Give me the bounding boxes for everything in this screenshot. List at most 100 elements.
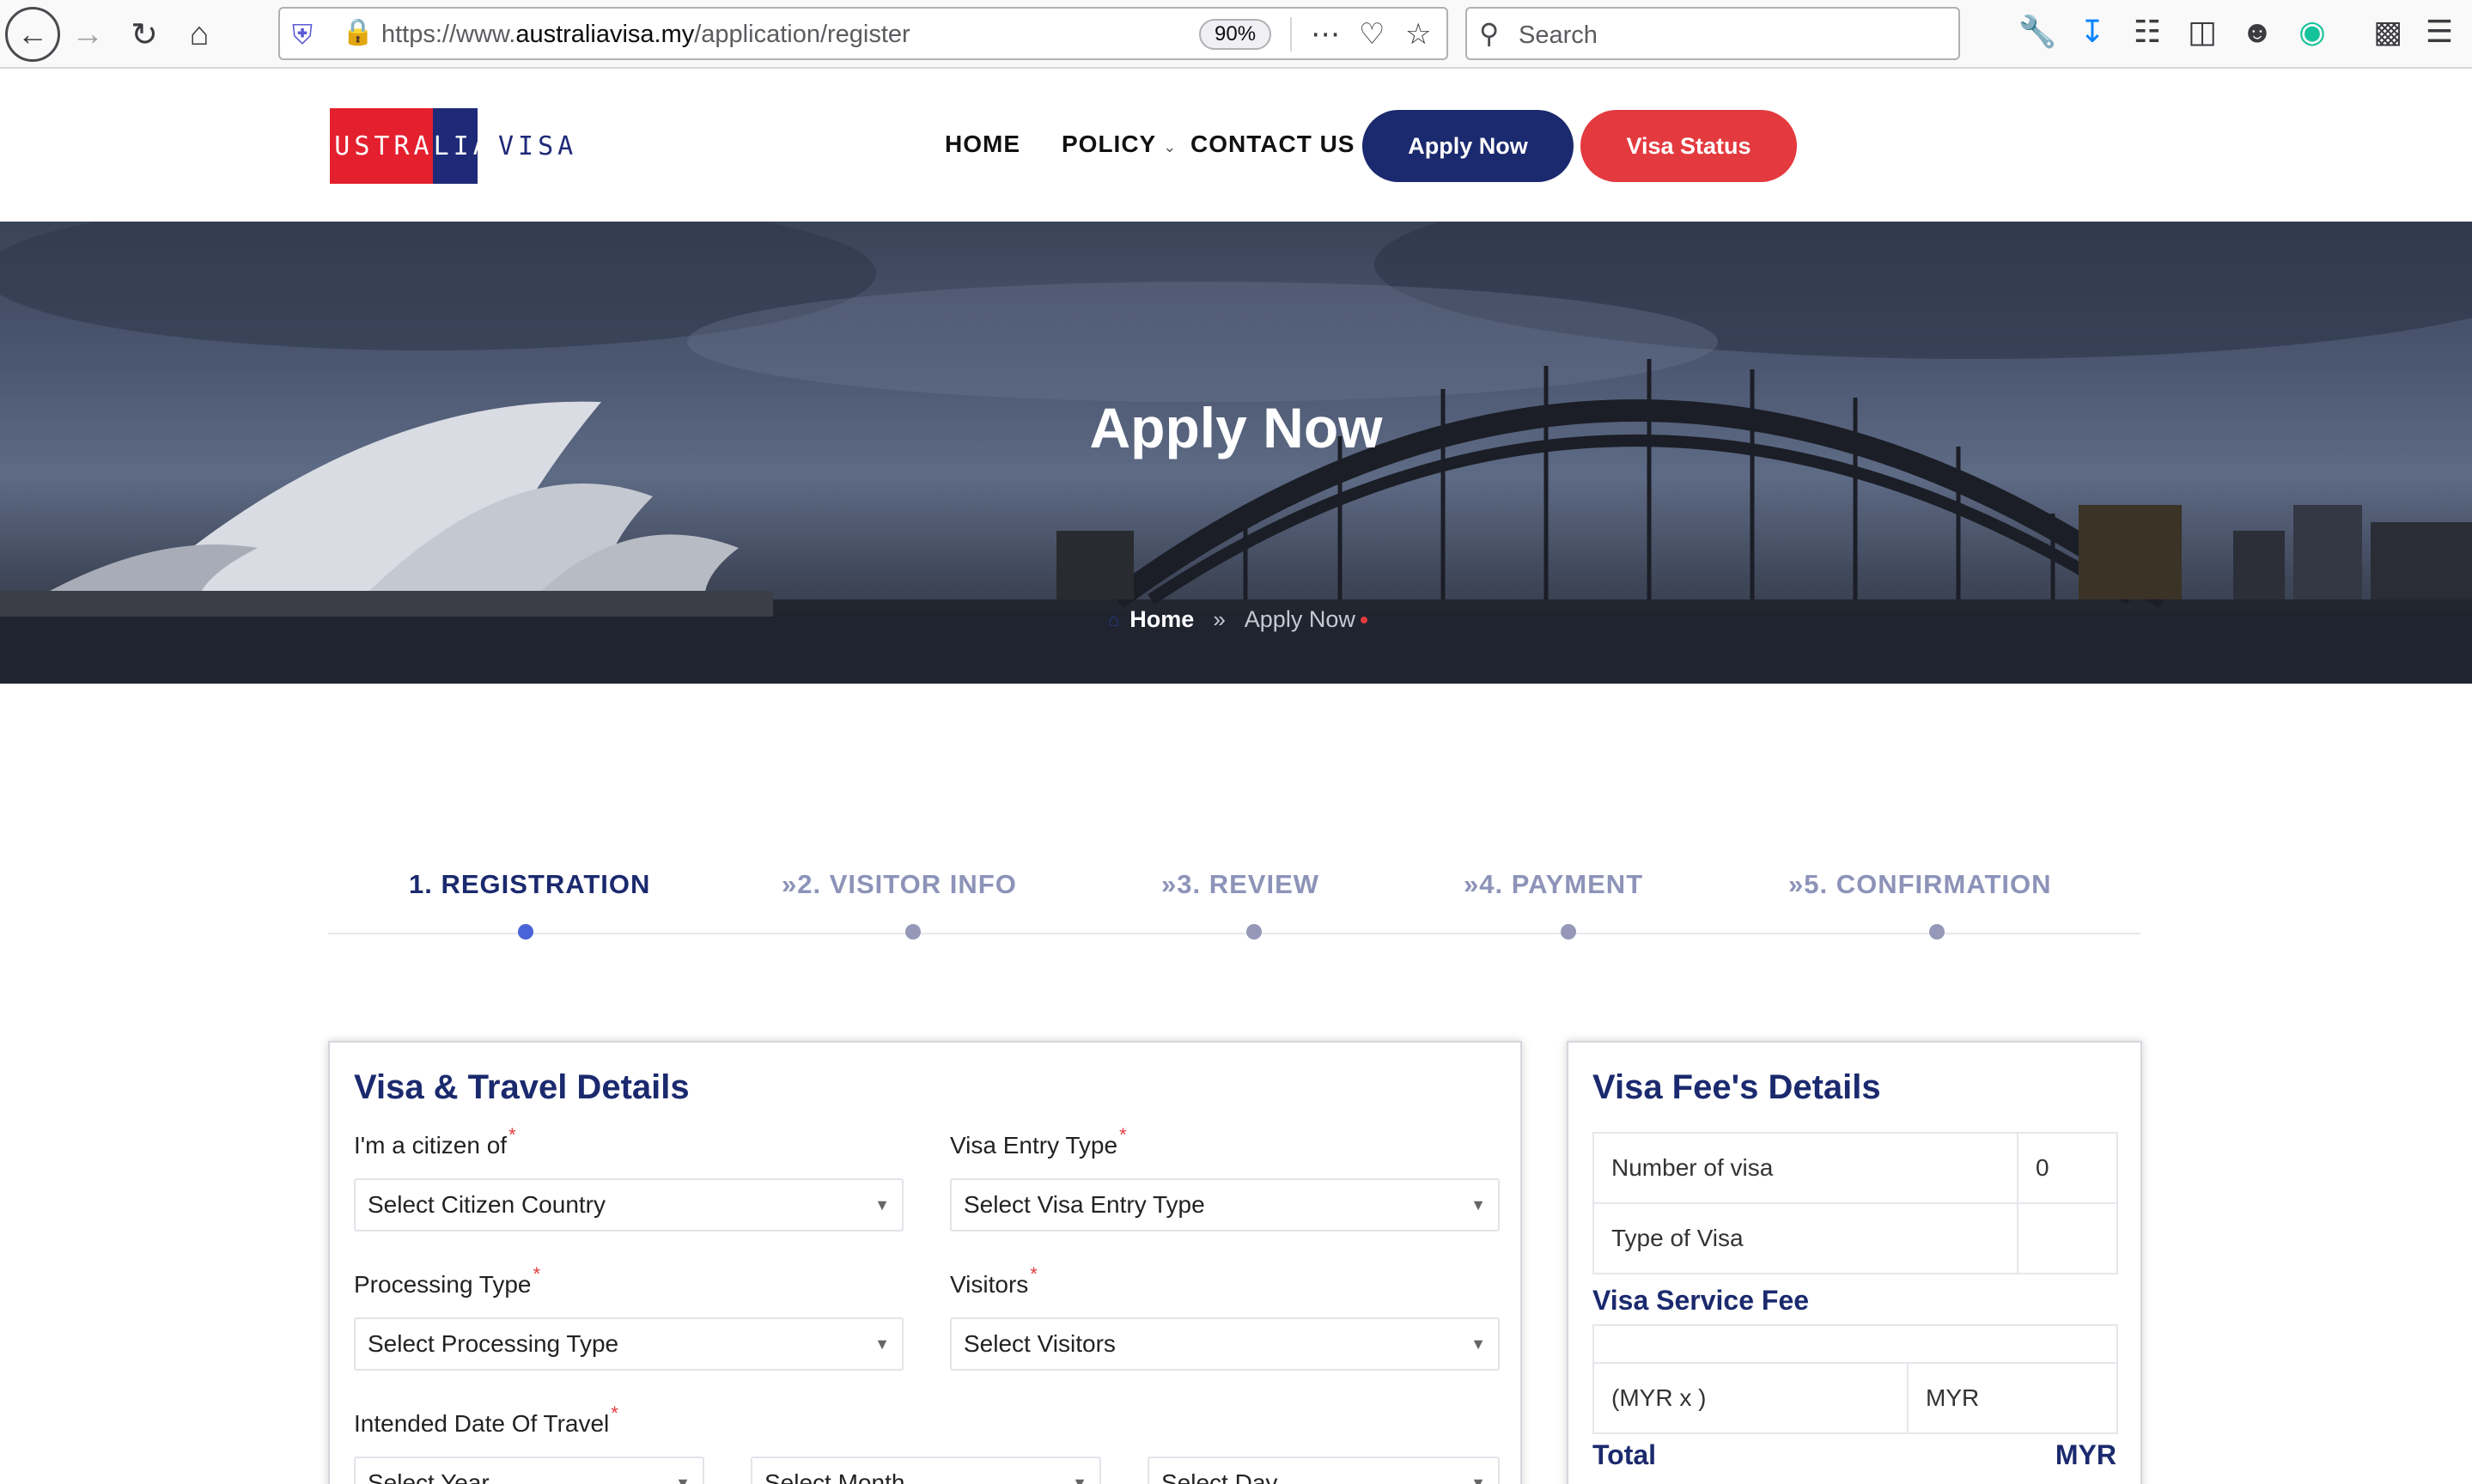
step-dot-registration <box>518 924 533 940</box>
citizen-label: I'm a citizen of* <box>354 1124 516 1159</box>
home-icon: ⌂ <box>1108 608 1120 630</box>
zoom-badge[interactable]: 90% <box>1199 19 1272 50</box>
travel-date-label-text: Intended Date Of Travel <box>354 1410 610 1437</box>
apply-now-button[interactable]: Apply Now <box>1362 110 1574 182</box>
breadcrumb: ⌂ Home » Apply Now <box>1108 606 1367 633</box>
total-label: Total <box>1592 1439 1657 1470</box>
double-chevron-icon: » <box>1788 869 1805 899</box>
caret-down-icon: ▼ <box>1470 1475 1486 1484</box>
visa-service-fee-title: Visa Service Fee <box>1592 1285 1810 1316</box>
travel-year-value: Select Year <box>368 1469 490 1484</box>
nav-home[interactable]: HOME <box>945 131 1020 158</box>
tracking-shield-icon[interactable]: ⛨ <box>292 19 313 52</box>
required-asterisk: * <box>508 1124 516 1146</box>
breadcrumb-dot <box>1360 616 1367 623</box>
travel-month-select[interactable]: Select Month ▼ <box>751 1457 1101 1484</box>
step-confirmation[interactable]: »5. CONFIRMATION <box>1788 869 2052 900</box>
step-registration[interactable]: 1. REGISTRATION <box>409 869 650 900</box>
step-confirmation-label: 5. CONFIRMATION <box>1804 869 2052 899</box>
step-review[interactable]: »3. REVIEW <box>1161 869 1319 900</box>
menu-icon[interactable]: ☰ <box>2419 14 2460 50</box>
extensions-icon[interactable]: ▩ <box>2367 14 2408 50</box>
caret-down-icon: ▼ <box>1470 1335 1486 1353</box>
back-arrow-icon[interactable]: ← <box>5 7 60 62</box>
processing-type-select[interactable]: Select Processing Type ▼ <box>354 1317 904 1371</box>
lock-icon[interactable]: 🔒 <box>342 17 374 47</box>
double-chevron-icon: » <box>1213 606 1226 632</box>
double-chevron-icon: » <box>1464 869 1480 899</box>
pocket-icon[interactable]: ♡ <box>1359 17 1385 52</box>
sidebar-icon[interactable]: ◫ <box>2182 14 2223 50</box>
citizen-select-value: Select Citizen Country <box>368 1191 606 1218</box>
double-chevron-icon: » <box>1161 869 1178 899</box>
caret-down-icon: ▼ <box>874 1196 890 1213</box>
grammarly-icon[interactable]: ◉ <box>2292 14 2333 50</box>
more-actions-icon[interactable]: ⋯ <box>1311 17 1340 52</box>
wrench-icon[interactable]: 🔧 <box>2017 14 2058 50</box>
step-visitor-info-label: 2. VISITOR INFO <box>797 869 1017 899</box>
site-logo[interactable]: AUSTRALIA VISA <box>314 108 573 184</box>
travel-day-value: Select Day <box>1161 1469 1278 1484</box>
caret-down-icon: ▼ <box>1072 1475 1087 1484</box>
nav-contact[interactable]: CONTACT US <box>1190 131 1355 158</box>
download-icon[interactable]: ↧ <box>2072 14 2113 50</box>
search-bar[interactable]: ⚲ Search <box>1465 7 1960 60</box>
caret-down-icon: ▼ <box>1470 1196 1486 1213</box>
breadcrumb-home[interactable]: Home <box>1129 606 1194 633</box>
nav-policy[interactable]: POLICY ⌄ <box>1062 131 1177 158</box>
processing-type-label: Processing Type* <box>354 1263 540 1298</box>
citizen-select[interactable]: Select Citizen Country ▼ <box>354 1178 904 1232</box>
total-value: MYR <box>2055 1439 2116 1470</box>
url-text[interactable]: https://www.australiavisa.my/application… <box>381 21 910 49</box>
steps-divider <box>328 933 2140 934</box>
step-dot-payment <box>1561 924 1576 940</box>
type-of-visa-value <box>2017 1202 2118 1274</box>
visitors-label-text: Visitors <box>950 1271 1029 1298</box>
visitors-select[interactable]: Select Visitors ▼ <box>950 1317 1500 1371</box>
processing-type-select-value: Select Processing Type <box>368 1330 619 1357</box>
bookmark-star-icon[interactable]: ☆ <box>1405 17 1431 52</box>
citizen-label-text: I'm a citizen of <box>354 1132 508 1159</box>
service-fee-rate-value: MYR <box>1907 1362 2118 1434</box>
visitors-select-value: Select Visitors <box>964 1330 1116 1357</box>
library-icon[interactable]: ☷ <box>2127 14 2168 50</box>
travel-day-select[interactable]: Select Day ▼ <box>1148 1457 1500 1484</box>
nav-policy-label: POLICY <box>1062 131 1157 157</box>
step-payment[interactable]: »4. PAYMENT <box>1464 869 1643 900</box>
search-input[interactable]: Search <box>1519 21 1598 50</box>
visa-fee-panel: Visa Fee's Details Number of visa 0 Type… <box>1567 1041 2142 1484</box>
hero-banner: Apply Now ⌂ Home » Apply Now <box>0 222 2472 684</box>
step-visitor-info[interactable]: »2. VISITOR INFO <box>782 869 1017 900</box>
travel-month-value: Select Month <box>764 1469 905 1484</box>
home-icon[interactable]: ⌂ <box>172 7 227 62</box>
url-bar[interactable]: ⛨ 🔒 https://www.australiavisa.my/applica… <box>278 7 1448 60</box>
type-of-visa-label: Type of Visa <box>1592 1202 2018 1274</box>
visa-travel-panel: Visa & Travel Details I'm a citizen of* … <box>328 1041 1522 1484</box>
step-review-label: 3. REVIEW <box>1177 869 1320 899</box>
url-domain: australiavisa.my <box>515 21 695 48</box>
url-prefix: https://www. <box>381 21 516 48</box>
required-asterisk: * <box>1030 1263 1038 1285</box>
entry-type-select[interactable]: Select Visa Entry Type ▼ <box>950 1178 1500 1232</box>
visa-fee-title: Visa Fee's Details <box>1592 1068 1881 1106</box>
breadcrumb-current: Apply Now <box>1244 606 1355 632</box>
caret-down-icon: ▼ <box>874 1335 890 1353</box>
entry-type-label: Visa Entry Type* <box>950 1124 1127 1159</box>
number-of-visa-label: Number of visa <box>1592 1132 2018 1204</box>
site-header: AUSTRALIA VISA HOME POLICY ⌄ CONTACT US A… <box>0 69 2472 222</box>
required-asterisk: * <box>1119 1124 1127 1146</box>
reload-icon[interactable]: ↻ <box>117 7 172 62</box>
travel-date-label: Intended Date Of Travel* <box>354 1402 618 1438</box>
service-fee-rate-label: (MYR x ) <box>1592 1362 1909 1434</box>
logo-left-text: AUSTRALIA <box>314 131 493 161</box>
entry-type-label-text: Visa Entry Type <box>950 1132 1118 1159</box>
step-payment-label: 4. PAYMENT <box>1479 869 1644 899</box>
forward-arrow-icon[interactable]: → <box>60 7 115 62</box>
step-dot-confirmation <box>1929 924 1945 940</box>
travel-year-select[interactable]: Select Year ▼ <box>354 1457 704 1484</box>
account-icon[interactable]: ☻ <box>2237 14 2278 50</box>
logo-left-block: AUSTRALIA <box>314 108 489 184</box>
url-divider <box>1290 17 1292 52</box>
search-icon: ⚲ <box>1479 18 1500 49</box>
visa-status-button[interactable]: Visa Status <box>1580 110 1797 182</box>
